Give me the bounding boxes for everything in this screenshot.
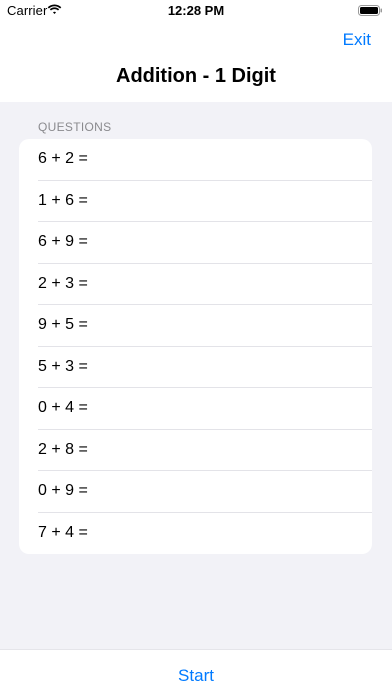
question-row: 2 + 3 = bbox=[19, 264, 372, 306]
question-text: 6 + 9 = bbox=[38, 233, 88, 250]
question-text: 2 + 8 = bbox=[38, 440, 88, 458]
question-text: 7 + 4 = bbox=[38, 523, 88, 541]
question-text: 2 + 3 = bbox=[38, 274, 88, 292]
question-row: 2 + 8 = bbox=[19, 430, 372, 472]
status-time: 12:28 PM bbox=[167, 3, 225, 18]
question-row: 0 + 4 = bbox=[19, 388, 372, 430]
question-text: 1 + 6 = bbox=[38, 191, 88, 209]
start-button[interactable]: Start bbox=[0, 666, 392, 686]
question-row: 9 + 5 = bbox=[19, 305, 372, 347]
question-row: 5 + 3 = bbox=[19, 347, 372, 389]
question-text: 0 + 4 = bbox=[38, 399, 88, 416]
question-row: 1 + 6 = bbox=[19, 181, 372, 223]
question-text: 9 + 5 = bbox=[38, 316, 88, 333]
question-row: 7 + 4 = bbox=[19, 513, 372, 555]
exit-button[interactable]: Exit bbox=[343, 30, 371, 50]
page-title: Addition - 1 Digit bbox=[116, 65, 276, 87]
question-row: 0 + 9 = bbox=[19, 471, 372, 513]
question-row: 6 + 9 = bbox=[19, 222, 372, 264]
question-text: 5 + 3 = bbox=[38, 357, 88, 375]
header-area: Carrier 12:28 PM Exit Addition - 1 Digit bbox=[0, 0, 392, 102]
status-bar: Carrier 12:28 PM bbox=[0, 0, 392, 22]
question-text: 6 + 2 = bbox=[38, 150, 88, 167]
section-header-questions: QUESTIONS bbox=[38, 120, 112, 134]
question-text: 0 + 9 = bbox=[38, 482, 88, 499]
question-row: 6 + 2 = bbox=[19, 139, 372, 181]
questions-list: 6 + 2 = 1 + 6 = 6 + 9 = 2 + 3 = 9 + 5 = … bbox=[19, 139, 372, 554]
bottom-toolbar: Start bbox=[0, 649, 392, 696]
battery-icon bbox=[358, 5, 382, 16]
